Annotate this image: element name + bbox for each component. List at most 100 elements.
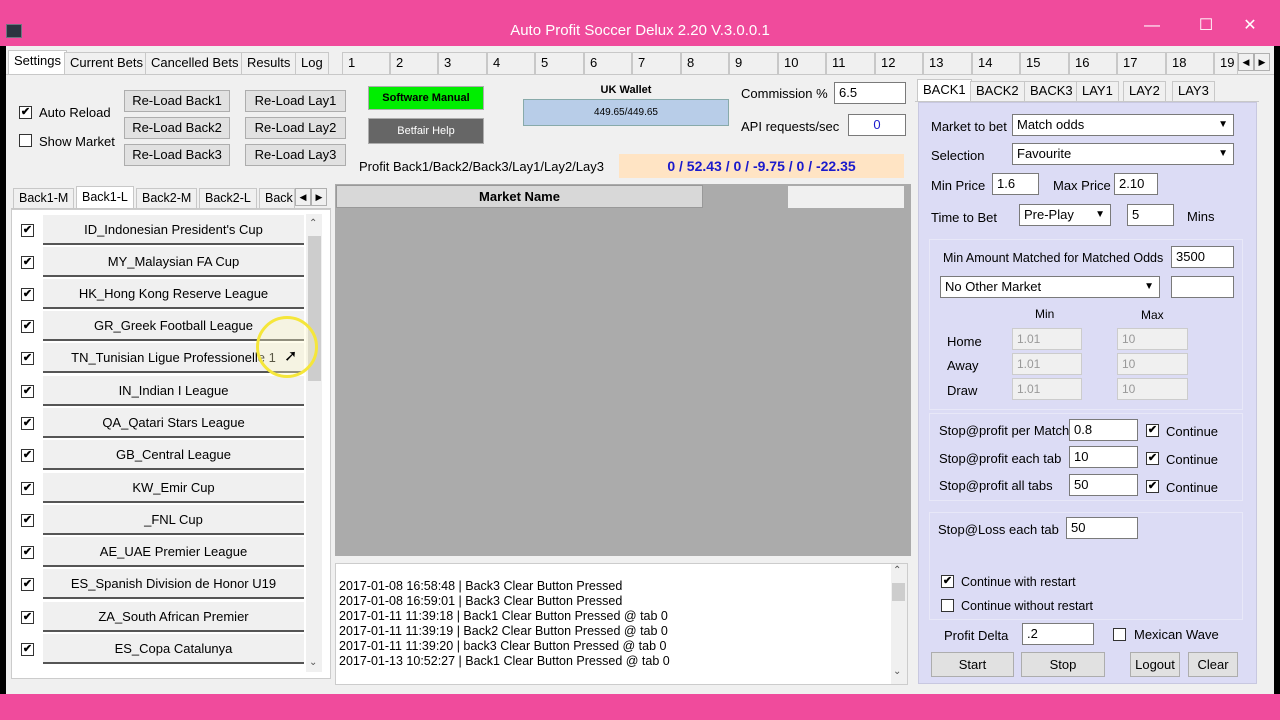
away-min-input[interactable]: 1.01 [1012,353,1082,375]
league-checkbox[interactable]: ✔ [21,514,34,527]
tab-17[interactable]: 17 [1117,52,1166,74]
stop-profit-tab-input[interactable]: 10 [1069,446,1138,468]
api-requests-input[interactable]: 0 [848,114,906,136]
list-item[interactable]: ✔ KW_Emir Cup [14,473,304,505]
tab-settings[interactable]: Settings [8,50,67,74]
tab-back1-m[interactable]: Back1-M [13,188,75,208]
league-checkbox[interactable]: ✔ [21,417,34,430]
tab-back2-l[interactable]: Back2-L [199,188,257,208]
league-checkbox[interactable]: ✔ [21,288,34,301]
continue-no-restart-checkbox[interactable] [941,599,954,612]
max-price-input[interactable]: 2.10 [1114,173,1158,195]
list-item[interactable]: ✔ IN_Indian I League [14,376,304,408]
tab-13[interactable]: 13 [923,52,972,74]
scroll-down-icon[interactable]: ⌄ [309,657,317,668]
profit-delta-input[interactable]: .2 [1022,623,1094,645]
continue-restart-checkbox[interactable]: ✔ [941,575,954,588]
list-item[interactable]: ✔ AE_UAE Premier League [14,537,304,569]
reload-lay3-button[interactable]: Re-Load Lay3 [245,144,346,166]
scroll-up-icon[interactable]: ⌃ [309,218,317,229]
tab-16[interactable]: 16 [1069,52,1117,74]
selection-select[interactable]: Favourite ▼ [1012,143,1234,165]
draw-min-input[interactable]: 1.01 [1012,378,1082,400]
start-button[interactable]: Start [931,652,1014,677]
log-scroll-up-icon[interactable]: ⌃ [893,565,901,576]
list-item[interactable]: ✔ ID_Indonesian President's Cup [14,215,304,247]
tab-3[interactable]: 3 [438,52,487,74]
tab-results[interactable]: Results [241,52,297,74]
tab-lay2[interactable]: LAY2 [1123,81,1166,101]
stop-profit-all-input[interactable]: 50 [1069,474,1138,496]
tab-5[interactable]: 5 [535,52,584,74]
tab-6[interactable]: 6 [584,52,632,74]
tab-back3[interactable]: BACK3 [1024,81,1079,101]
league-checkbox[interactable]: ✔ [21,352,34,365]
log-scroll-down-icon[interactable]: ⌄ [893,666,901,677]
stop-button[interactable]: Stop [1021,652,1105,677]
tab-4[interactable]: 4 [487,52,535,74]
stop-loss-input[interactable]: 50 [1066,517,1138,539]
list-item[interactable]: ✔ ES_Copa Catalunya [14,634,304,666]
list-item[interactable]: ✔ QA_Qatari Stars League [14,408,304,440]
league-checkbox[interactable]: ✔ [21,224,34,237]
tab-19[interactable]: 19 [1214,52,1238,74]
reload-back2-button[interactable]: Re-Load Back2 [124,117,230,139]
tab-scroll-right-button[interactable]: ▶ [1254,53,1270,71]
subtab-scroll-right-button[interactable]: ▶ [311,188,327,206]
reload-lay1-button[interactable]: Re-Load Lay1 [245,90,346,112]
tab-1[interactable]: 1 [342,52,390,74]
league-checkbox[interactable]: ✔ [21,256,34,269]
tab-log[interactable]: Log [295,52,329,74]
league-checkbox[interactable]: ✔ [21,643,34,656]
auto-reload-checkbox[interactable]: ✔ [19,106,32,119]
list-item[interactable]: ✔ HK_Hong Kong Reserve League [14,279,304,311]
commission-input[interactable]: 6.5 [834,82,906,104]
continue-tab-checkbox[interactable]: ✔ [1146,452,1159,465]
log-scroll-thumb[interactable] [892,583,905,601]
list-item[interactable]: ✔ ZA_South African Premier [14,602,304,634]
league-checkbox[interactable]: ✔ [21,482,34,495]
software-manual-button[interactable]: Software Manual [368,86,484,110]
min-price-input[interactable]: 1.6 [992,173,1039,195]
tab-lay1[interactable]: LAY1 [1076,81,1119,101]
tab-back1-l[interactable]: Back1-L [76,186,134,208]
list-item[interactable]: ✔ _FNL Cup [14,505,304,537]
away-max-input[interactable]: 10 [1117,353,1188,375]
home-min-input[interactable]: 1.01 [1012,328,1082,350]
mins-input[interactable]: 5 [1127,204,1174,226]
reload-lay2-button[interactable]: Re-Load Lay2 [245,117,346,139]
betfair-help-button[interactable]: Betfair Help [368,118,484,144]
draw-max-input[interactable]: 10 [1117,378,1188,400]
league-checkbox[interactable]: ✔ [21,449,34,462]
league-checkbox[interactable]: ✔ [21,385,34,398]
league-checkbox[interactable]: ✔ [21,546,34,559]
tab-back1[interactable]: BACK1 [917,79,972,101]
tab-10[interactable]: 10 [778,52,826,74]
reload-back1-button[interactable]: Re-Load Back1 [124,90,230,112]
tab-current-bets[interactable]: Current Bets [64,52,149,74]
stop-profit-match-input[interactable]: 0.8 [1069,419,1138,441]
maximize-button[interactable]: ☐ [1192,17,1220,35]
continue-all-checkbox[interactable]: ✔ [1146,480,1159,493]
minimize-button[interactable]: — [1138,17,1166,35]
tab-8[interactable]: 8 [681,52,729,74]
tab-cancelled-bets[interactable]: Cancelled Bets [145,52,245,74]
other-market-select[interactable]: No Other Market ▼ [940,276,1160,298]
tab-2[interactable]: 2 [390,52,438,74]
league-checkbox[interactable]: ✔ [21,578,34,591]
list-item[interactable]: ✔ ES_Spanish Division de Honor U19 [14,569,304,601]
tab-11[interactable]: 11 [826,52,875,74]
show-market-checkbox[interactable] [19,134,32,147]
league-checkbox[interactable]: ✔ [21,611,34,624]
home-max-input[interactable]: 10 [1117,328,1188,350]
list-item[interactable]: ✔ MY_Malaysian FA Cup [14,247,304,279]
tab-15[interactable]: 15 [1020,52,1069,74]
league-checkbox[interactable]: ✔ [21,320,34,333]
reload-back3-button[interactable]: Re-Load Back3 [124,144,230,166]
mexican-wave-checkbox[interactable] [1113,628,1126,641]
tab-18[interactable]: 18 [1166,52,1214,74]
logout-button[interactable]: Logout [1130,652,1180,677]
tab-back-more[interactable]: Back [259,188,295,208]
market-to-bet-select[interactable]: Match odds ▼ [1012,114,1234,136]
tab-12[interactable]: 12 [875,52,923,74]
